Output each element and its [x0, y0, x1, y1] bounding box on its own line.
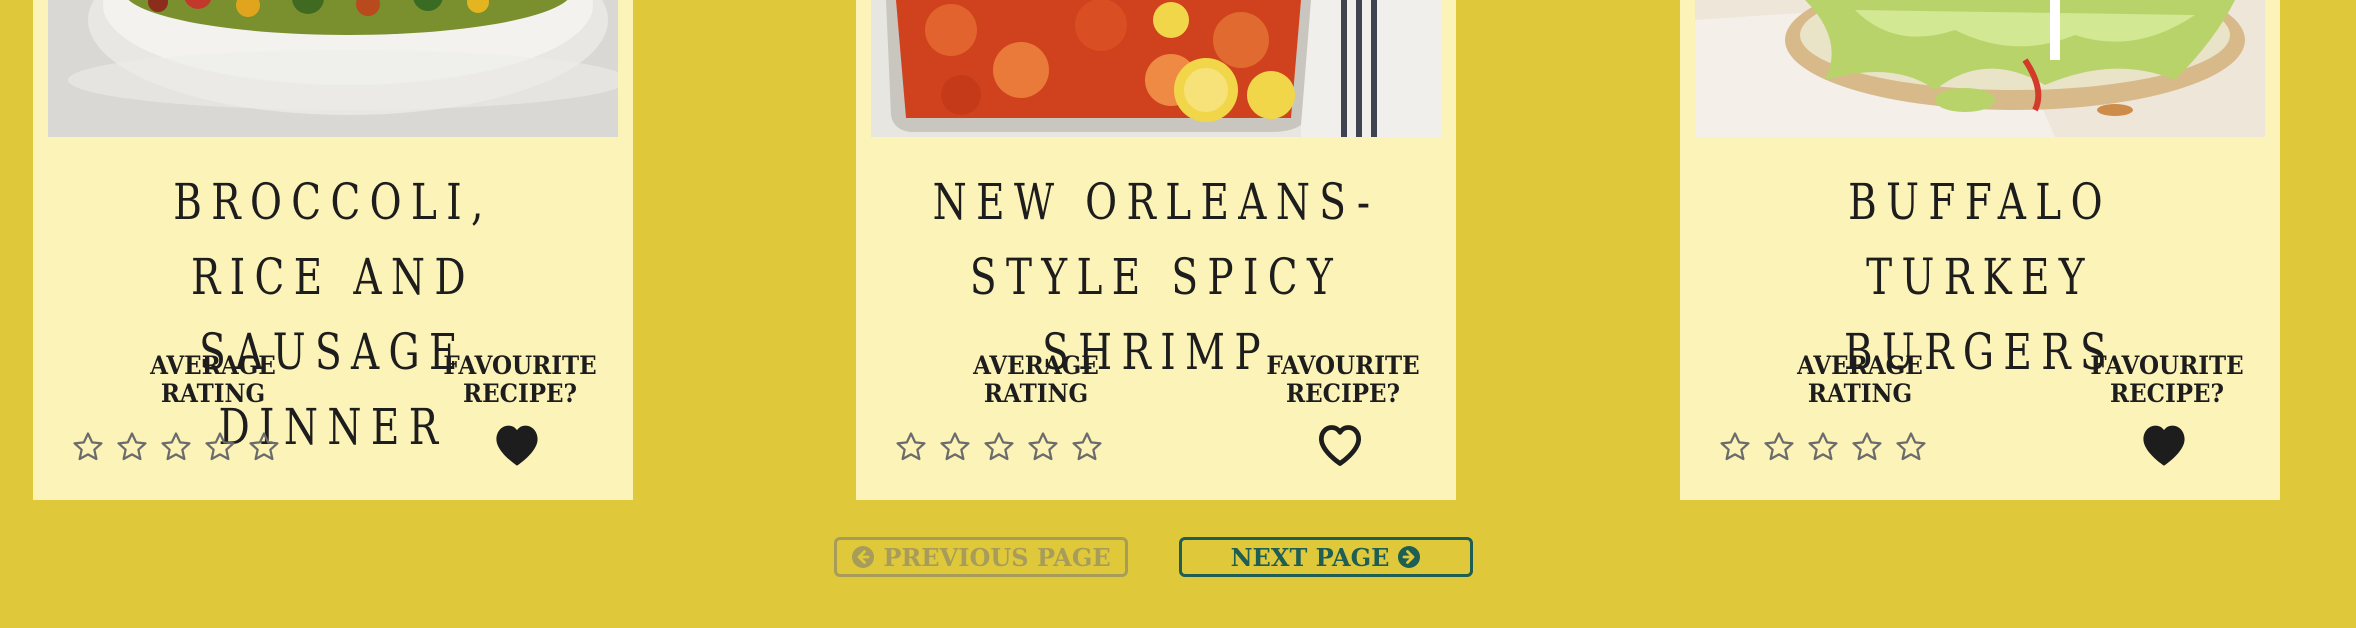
star-icon[interactable] — [938, 430, 972, 464]
star-icon[interactable] — [71, 430, 105, 464]
recipe-image[interactable] — [871, 0, 1441, 137]
star-icon[interactable] — [159, 430, 193, 464]
next-page-button[interactable]: NEXT PAGE — [1179, 537, 1473, 577]
recipe-card-2[interactable]: NEW ORLEANS-STYLE SPICY SHRIMP AVERAGE R… — [856, 0, 1456, 500]
star-rating[interactable] — [1718, 430, 1928, 464]
arrow-right-circle-icon — [1398, 546, 1421, 568]
recipe-image[interactable] — [1695, 0, 2265, 137]
recipe-image[interactable] — [48, 0, 618, 137]
star-icon[interactable] — [1850, 430, 1884, 464]
favourite-recipe-label: FAVOURITE RECIPE? — [1266, 351, 1420, 408]
favourite-recipe-label: FAVOURITE RECIPE? — [443, 351, 597, 408]
previous-page-label: PREVIOUS PAGE — [883, 542, 1111, 572]
average-rating-label: AVERAGE RATING — [150, 351, 276, 408]
star-icon[interactable] — [1718, 430, 1752, 464]
star-icon[interactable] — [247, 430, 281, 464]
star-rating[interactable] — [894, 430, 1104, 464]
star-icon[interactable] — [982, 430, 1016, 464]
previous-page-button[interactable]: PREVIOUS PAGE — [834, 537, 1128, 577]
star-icon[interactable] — [203, 430, 237, 464]
broccoli-rice-photo — [48, 0, 618, 137]
star-icon[interactable] — [1894, 430, 1928, 464]
arrow-left-circle-icon — [852, 546, 875, 568]
star-icon[interactable] — [894, 430, 928, 464]
recipe-card-1[interactable]: BROCCOLI, RICE AND SAUSAGE DINNER AVERAG… — [33, 0, 633, 500]
spicy-shrimp-photo — [871, 0, 1441, 137]
heart-filled-icon[interactable] — [2138, 420, 2190, 468]
star-icon[interactable] — [1806, 430, 1840, 464]
heart-filled-icon[interactable] — [491, 420, 543, 468]
average-rating-label: AVERAGE RATING — [973, 351, 1099, 408]
average-rating-label: AVERAGE RATING — [1797, 351, 1923, 408]
star-icon[interactable] — [1762, 430, 1796, 464]
star-rating[interactable] — [71, 430, 281, 464]
heart-outline-icon[interactable] — [1314, 420, 1366, 468]
star-icon[interactable] — [1026, 430, 1060, 464]
turkey-burger-photo — [1695, 0, 2265, 137]
next-page-label: NEXT PAGE — [1230, 542, 1390, 572]
recipe-card-3[interactable]: BUFFALO TURKEY BURGERS AVERAGE RATING FA… — [1680, 0, 2280, 500]
star-icon[interactable] — [115, 430, 149, 464]
star-icon[interactable] — [1070, 430, 1104, 464]
favourite-recipe-label: FAVOURITE RECIPE? — [2090, 351, 2244, 408]
